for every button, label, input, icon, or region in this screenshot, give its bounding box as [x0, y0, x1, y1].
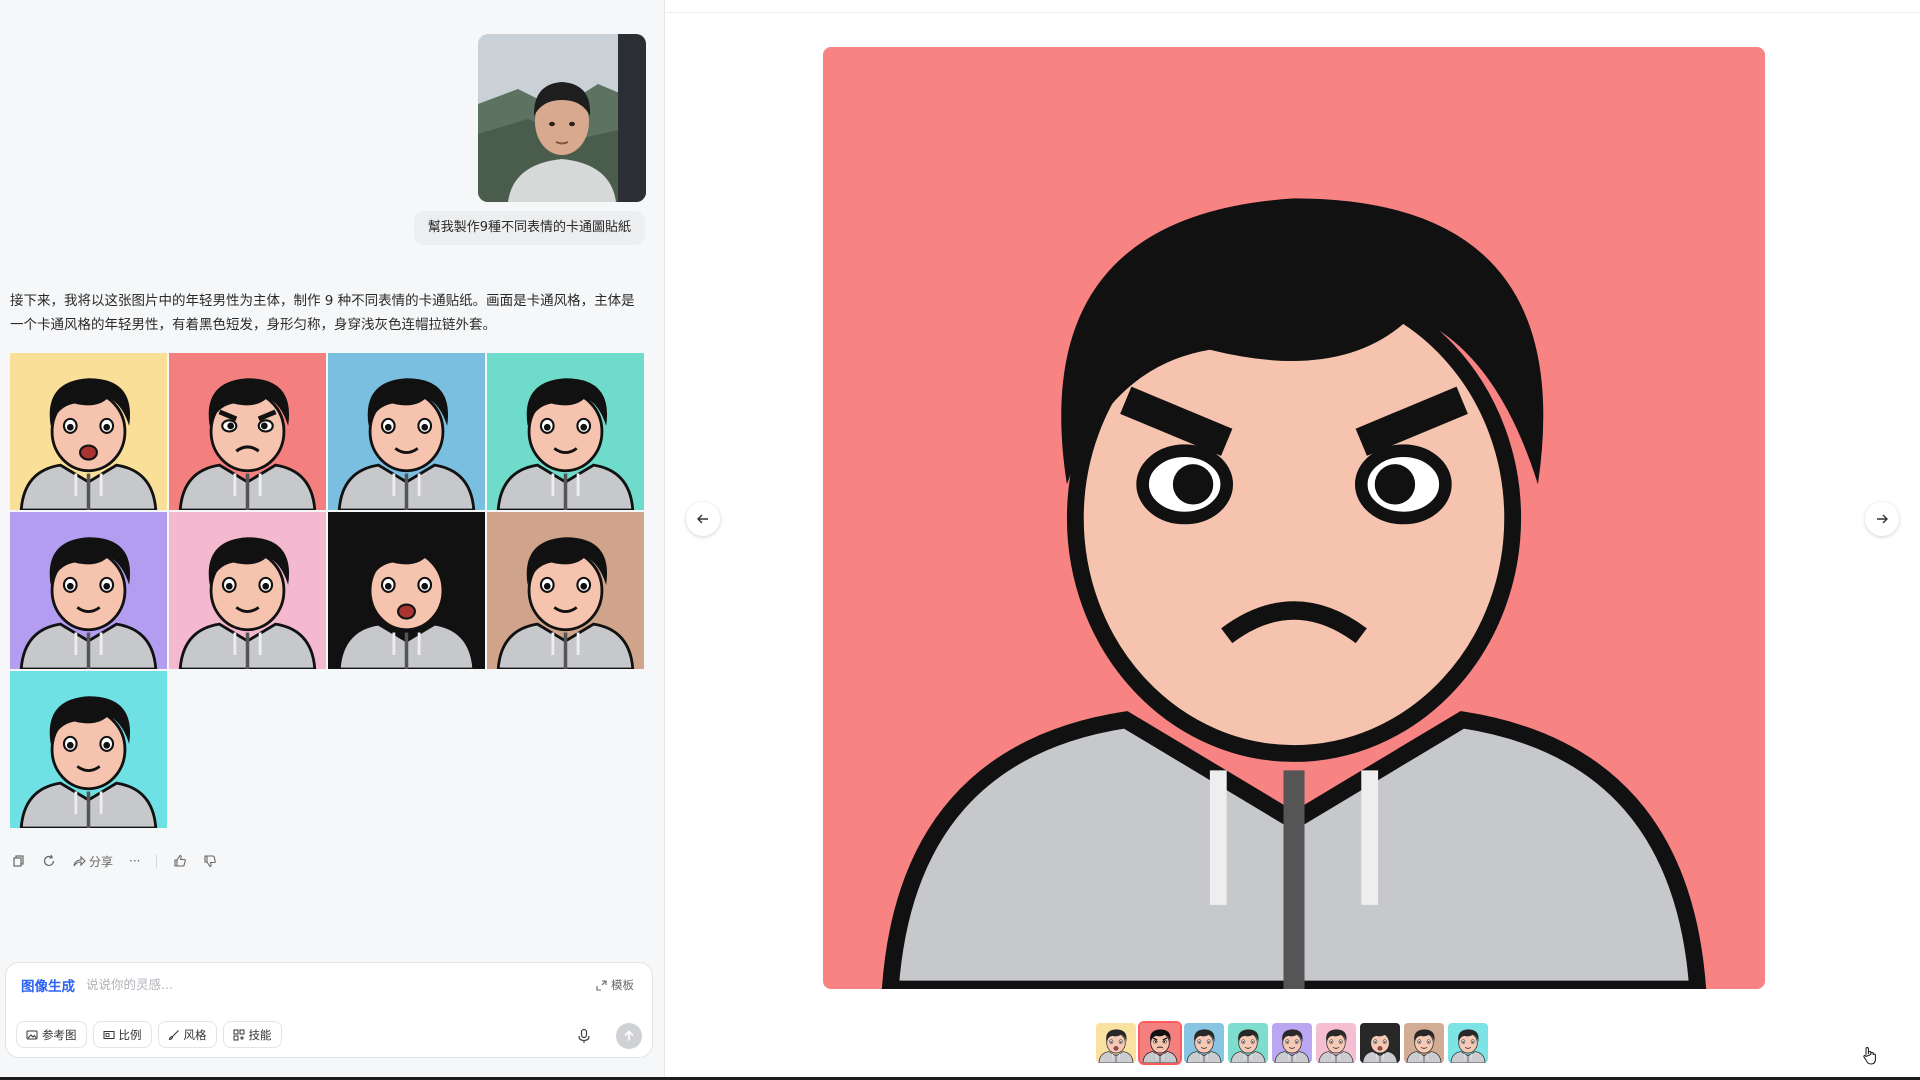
style-chip[interactable]: 风格 [157, 1021, 217, 1048]
main-preview-image[interactable] [823, 47, 1765, 989]
cartoon-sticker-art [487, 353, 644, 510]
sticker-grid [10, 353, 647, 828]
brush-icon [168, 1029, 179, 1040]
thumbnail-item[interactable] [1360, 1023, 1400, 1063]
actions-divider [156, 854, 158, 868]
thumbnail-item[interactable] [1184, 1023, 1224, 1063]
share-button[interactable]: 分享 [72, 853, 113, 870]
composer-mode-label[interactable]: 图像生成 [21, 975, 75, 995]
cartoon-sticker-art [1448, 1023, 1488, 1063]
sticker-tile[interactable] [487, 353, 644, 510]
ratio-chip[interactable]: 比例 [92, 1021, 152, 1048]
message-actions: 分享 ··· [12, 851, 217, 871]
sticker-tile[interactable] [169, 353, 326, 510]
template-label: 模板 [611, 978, 634, 992]
cartoon-sticker-art [1096, 1023, 1136, 1063]
sticker-tile[interactable] [328, 512, 485, 669]
sticker-tile[interactable] [328, 353, 485, 510]
more-label: ··· [129, 854, 141, 868]
prompt-input[interactable] [86, 973, 566, 995]
cartoon-sticker-art [1272, 1023, 1312, 1063]
cartoon-sticker-art [328, 353, 485, 510]
apps-icon [233, 1029, 244, 1040]
cartoon-sticker-art [10, 353, 167, 510]
like-button[interactable] [173, 854, 187, 868]
thumbs-up-icon [174, 854, 187, 867]
cartoon-sticker-art [169, 353, 326, 510]
copy-icon [13, 855, 24, 867]
reference-chip-label: 参考图 [42, 1027, 77, 1042]
aspect-ratio-icon [103, 1030, 114, 1039]
cartoon-sticker-art [1360, 1023, 1400, 1063]
cartoon-sticker-art [169, 512, 326, 669]
image-viewer [666, 0, 1920, 1080]
cartoon-sticker-art [1404, 1023, 1444, 1063]
chat-panel: 幫我製作9種不同表情的卡通圖貼紙 接下来，我将以这张图片中的年轻男性为主体，制作… [0, 0, 665, 1080]
sticker-tile[interactable] [10, 353, 167, 510]
reference-image-chip[interactable]: 参考图 [16, 1021, 87, 1048]
share-label: 分享 [89, 854, 114, 869]
thumbnail-item[interactable] [1096, 1023, 1136, 1063]
sticker-tile[interactable] [10, 671, 167, 828]
sticker-tile[interactable] [169, 512, 326, 669]
cartoon-sticker-art [1316, 1023, 1356, 1063]
user-photo-image [478, 34, 646, 202]
app-root: 幫我製作9種不同表情的卡通圖貼紙 接下来，我将以这张图片中的年轻男性为主体，制作… [0, 0, 1920, 1080]
cartoon-sticker-art [1228, 1023, 1268, 1063]
composer-chips: 参考图 比例 风格 技能 [16, 1021, 282, 1048]
image-icon [26, 1030, 38, 1039]
microphone-icon[interactable] [576, 1028, 592, 1044]
dislike-button[interactable] [203, 854, 217, 868]
previous-image-button[interactable] [686, 502, 720, 536]
thumbnail-item[interactable] [1404, 1023, 1444, 1063]
viewer-top-divider [666, 12, 1920, 13]
next-image-button[interactable] [1865, 502, 1899, 536]
send-button[interactable] [616, 1023, 642, 1049]
share-icon [73, 855, 86, 867]
template-button[interactable]: 模板 [596, 977, 634, 993]
sticker-tile[interactable] [487, 512, 644, 669]
expand-icon [596, 979, 607, 991]
skills-chip-label: 技能 [248, 1027, 272, 1042]
arrow-left-icon [697, 514, 708, 524]
style-chip-label: 风格 [183, 1027, 207, 1042]
assistant-reply-text: 接下来，我将以这张图片中的年轻男性为主体，制作 9 种不同表情的卡通贴纸。画面是… [10, 293, 635, 333]
copy-button[interactable] [12, 854, 26, 868]
cartoon-sticker-art [328, 512, 485, 669]
cartoon-sticker-art [1184, 1023, 1224, 1063]
thumbnail-item[interactable] [1272, 1023, 1312, 1063]
user-message-bubble: 幫我製作9種不同表情的卡通圖貼紙 [413, 211, 645, 245]
ratio-chip-label: 比例 [118, 1027, 142, 1042]
refresh-icon [43, 854, 55, 867]
arrow-right-icon [1877, 514, 1888, 524]
regenerate-button[interactable] [42, 854, 56, 868]
thumbnail-item[interactable] [1448, 1023, 1488, 1063]
cartoon-sticker-art [487, 512, 644, 669]
thumbnail-item[interactable] [1138, 1021, 1182, 1065]
cartoon-sticker-art [1140, 1023, 1180, 1063]
mouse-pointer-icon [1863, 1046, 1876, 1065]
arrow-up-icon [624, 1030, 634, 1041]
cartoon-sticker-art [823, 47, 1765, 989]
cartoon-sticker-art [10, 512, 167, 669]
skills-chip[interactable]: 技能 [222, 1021, 282, 1048]
composer: 图像生成 模板 参考图 比例 风格 [5, 962, 653, 1058]
thumbnail-strip [1096, 1021, 1488, 1065]
thumbs-down-icon [204, 855, 217, 868]
thumbnail-item[interactable] [1316, 1023, 1356, 1063]
thumbnail-item[interactable] [1228, 1023, 1268, 1063]
more-button[interactable]: ··· [129, 854, 140, 868]
cartoon-sticker-art [10, 671, 167, 828]
sticker-tile[interactable] [10, 512, 167, 669]
user-uploaded-photo[interactable] [478, 34, 646, 202]
